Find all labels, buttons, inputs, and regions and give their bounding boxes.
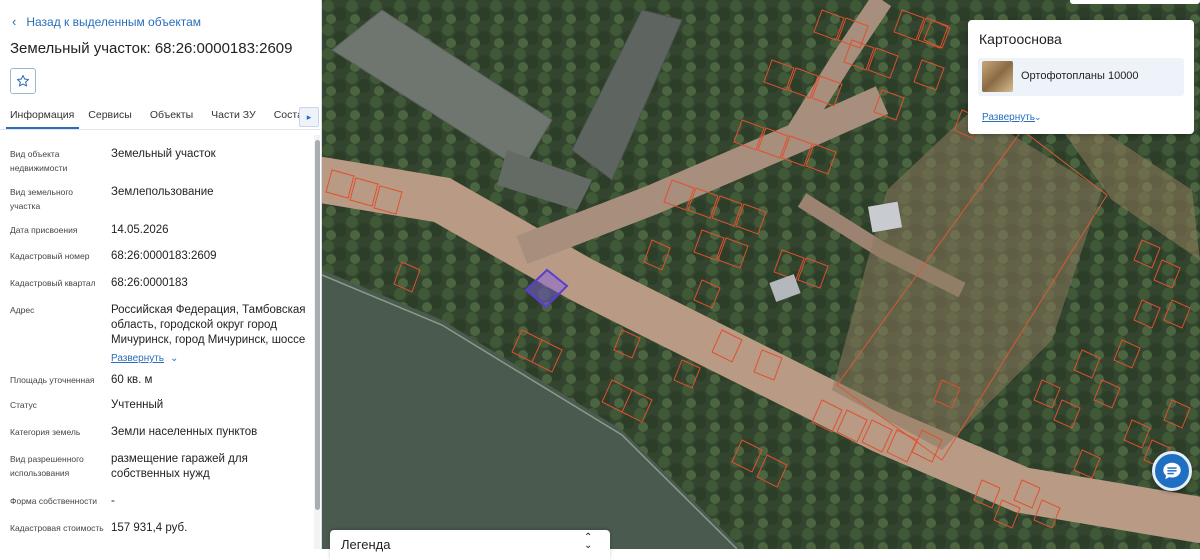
- chat-icon: [1163, 462, 1181, 480]
- info-label: Вид земельного участка: [10, 187, 74, 211]
- info-label: Форма собственности: [10, 496, 97, 506]
- basemap-thumbnail: [982, 61, 1013, 92]
- info-label: Дата присвоения: [10, 225, 78, 235]
- info-value: 14.05.2026: [111, 224, 169, 236]
- scrollbar-thumb[interactable]: [315, 140, 320, 510]
- info-label: Статус: [10, 400, 37, 410]
- favorite-button[interactable]: [10, 68, 36, 94]
- info-label: Адрес: [10, 305, 35, 315]
- back-link[interactable]: ‹ Назад к выделенным объектам: [12, 14, 201, 29]
- tab-parts[interactable]: Части ЗУ: [202, 105, 265, 129]
- back-link-label: Назад к выделенным объектам: [26, 14, 202, 29]
- white-roof-building: [867, 201, 903, 233]
- chat-button[interactable]: [1152, 451, 1192, 491]
- tab-info[interactable]: Информация: [6, 105, 80, 129]
- info-label: Вид объекта недвижимости: [10, 149, 68, 173]
- address-expand-link[interactable]: Развернуть: [111, 353, 164, 364]
- info-label: Кадастровая стоимость: [10, 523, 104, 533]
- info-value: Земельный участок: [111, 148, 216, 160]
- info-value: 157 931,4 руб.: [111, 522, 188, 534]
- map-toolbar-edge: [1070, 0, 1200, 4]
- tabs-divider: [0, 129, 320, 130]
- tabs-scroll-right-button[interactable]: ▸: [299, 107, 319, 127]
- basemap-option-label: Ортофотопланы 10000: [1021, 70, 1139, 82]
- info-label: Кадастровый номер: [10, 251, 90, 261]
- info-value: Российская Федерация, Тамбовская область…: [111, 304, 306, 346]
- legend-title: Легенда: [341, 537, 391, 552]
- info-value: 60 кв. м: [111, 374, 153, 386]
- basemap-panel: Картооснова Ортофотопланы 10000 Разверну…: [968, 20, 1194, 134]
- info-value: размещение гаражей для собственных нужд: [111, 453, 248, 480]
- info-value: Землепользование: [111, 186, 214, 198]
- tab-services[interactable]: Сервисы: [79, 105, 141, 129]
- star-icon: [16, 74, 30, 87]
- triangle-right-icon: ▸: [306, 111, 312, 122]
- info-label: Вид разрешенного использования: [10, 454, 84, 478]
- info-panel: ‹ Назад к выделенным объектам Земельный …: [0, 0, 322, 549]
- info-value: Земли населенных пунктов: [111, 426, 258, 438]
- page-title: Земельный участок: 68:26:0000183:2609: [10, 40, 293, 57]
- info-value: Учтенный: [111, 399, 164, 411]
- info-label: Категория земель: [10, 427, 81, 437]
- legend-toggle[interactable]: Легенда ⌃ ⌄: [330, 530, 610, 560]
- info-label: Кадастровый квартал: [10, 278, 96, 288]
- basemap-title: Картооснова: [979, 31, 1062, 47]
- info-value: 68:26:0000183:2609: [111, 250, 217, 262]
- tab-objects[interactable]: Объекты: [141, 105, 202, 129]
- info-value: 68:26:0000183: [111, 277, 188, 289]
- tabs: Информация Сервисы Объекты Части ЗУ Сост…: [0, 105, 320, 129]
- info-label: Площадь уточненная: [10, 375, 95, 385]
- address-expand: Развернуть ⌄: [111, 348, 178, 366]
- basemap-option-orthophoto[interactable]: Ортофотопланы 10000: [978, 58, 1184, 96]
- chevron-down-icon: ⌄: [170, 353, 179, 364]
- chevron-left-icon: ‹: [12, 14, 17, 29]
- expand-collapse-icon: ⌃ ⌄: [584, 532, 593, 551]
- info-value: -: [111, 495, 115, 507]
- chevron-down-icon: ⌄: [1034, 112, 1042, 122]
- basemap-expand-link[interactable]: Развернуть: [982, 112, 1035, 123]
